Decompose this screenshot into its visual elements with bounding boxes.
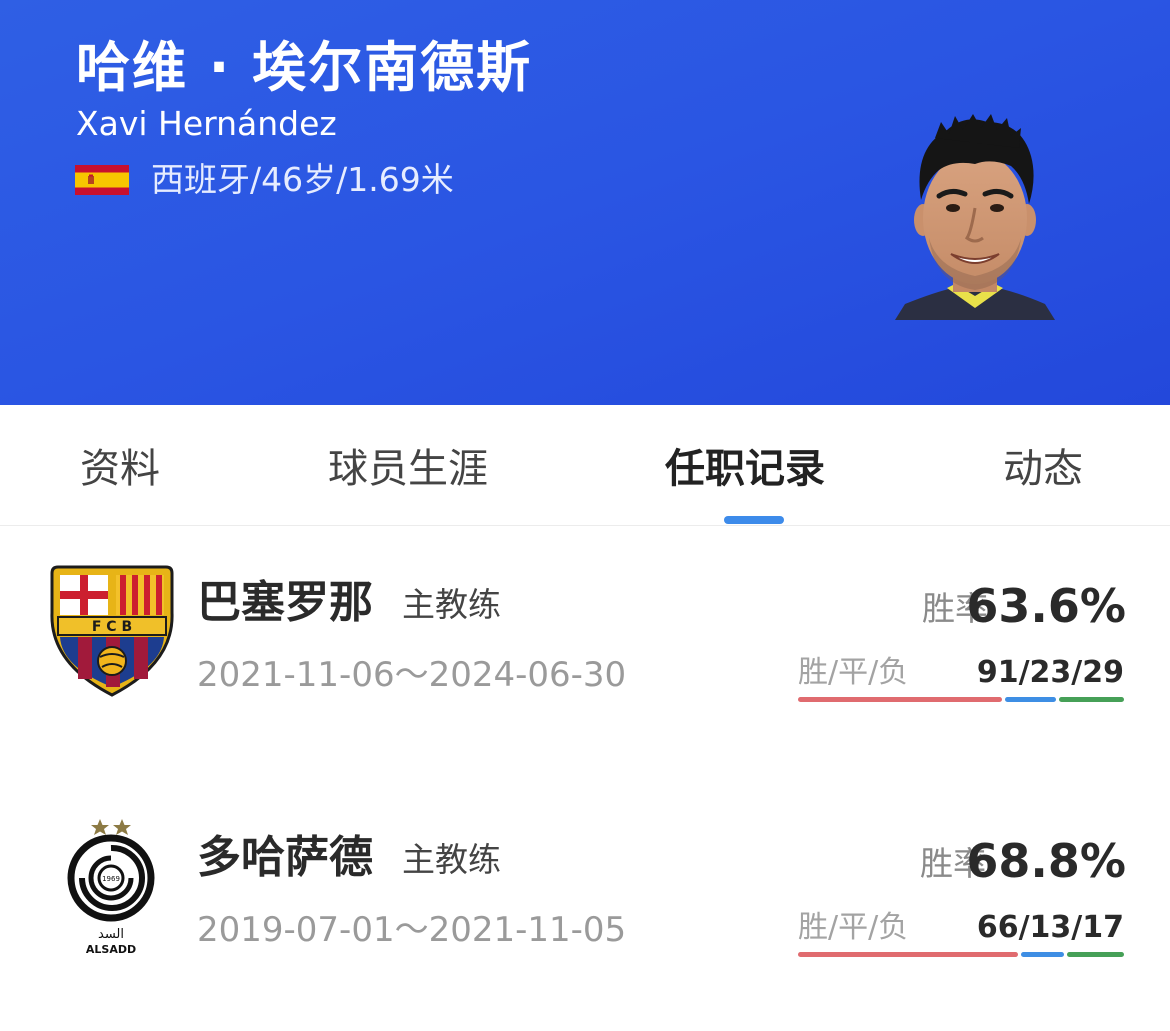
player-name-english: Xavi Hernández xyxy=(76,104,337,143)
svg-text:السد: السد xyxy=(98,927,124,942)
loss-bar xyxy=(1059,697,1124,702)
player-name-chinese: 哈维 · 埃尔南德斯 xyxy=(76,36,533,99)
win-bar xyxy=(798,952,1018,957)
draw-bar xyxy=(1004,697,1057,702)
win-rate-value: 63.6% xyxy=(966,579,1126,633)
wdl-label: 胜/平/负 xyxy=(798,910,909,945)
player-header: 哈维 · 埃尔南德斯 Xavi Hernández 西班牙/46岁/1.69米 xyxy=(0,0,1170,405)
team-name: 多哈萨德 xyxy=(197,832,373,883)
active-tab-indicator xyxy=(724,516,784,524)
player-info: 西班牙/46岁/1.69米 xyxy=(151,160,454,199)
al-sadd-crest-icon: 1969 السد ALSADD xyxy=(67,819,155,956)
tenure-dates: 2021-11-06～2024-06-30 xyxy=(197,655,627,695)
tab-player-career[interactable]: 球员生涯 xyxy=(328,443,488,495)
role-label: 主教练 xyxy=(402,585,501,624)
al-sadd-logo-text: ALSADD xyxy=(86,943,136,956)
win-rate-value: 68.8% xyxy=(966,834,1126,888)
tab-coaching-record[interactable]: 任职记录 xyxy=(665,443,825,495)
team-name: 巴塞罗那 xyxy=(197,577,373,628)
fc-barcelona-crest-icon: F C B xyxy=(50,565,174,697)
svg-text:F C B: F C B xyxy=(92,619,132,635)
tab-profile[interactable]: 资料 xyxy=(80,443,160,495)
role-label: 主教练 xyxy=(402,840,501,879)
spain-flag-icon xyxy=(75,165,129,195)
draw-bar xyxy=(1021,952,1065,957)
win-bar xyxy=(798,697,1002,702)
loss-bar xyxy=(1067,952,1124,957)
wdl-value: 66/13/17 xyxy=(976,910,1124,945)
wdl-value: 91/23/29 xyxy=(976,655,1124,690)
player-avatar xyxy=(895,114,1055,320)
svg-text:1969: 1969 xyxy=(102,875,120,883)
profile-tabs: 资料 球员生涯 任职记录 动态 xyxy=(0,405,1170,526)
tenure-dates: 2019-07-01～2021-11-05 xyxy=(197,910,627,950)
wdl-label: 胜/平/负 xyxy=(798,655,909,690)
coaching-record-item[interactable]: 1969 السد ALSADD 多哈萨德 主教练 2019-07-01～202… xyxy=(0,780,1170,980)
tab-news[interactable]: 动态 xyxy=(1003,443,1083,495)
coaching-record-item[interactable]: F C B 巴塞罗那 主教练 2021-11-06～2024-06-30 胜率 … xyxy=(0,525,1170,725)
